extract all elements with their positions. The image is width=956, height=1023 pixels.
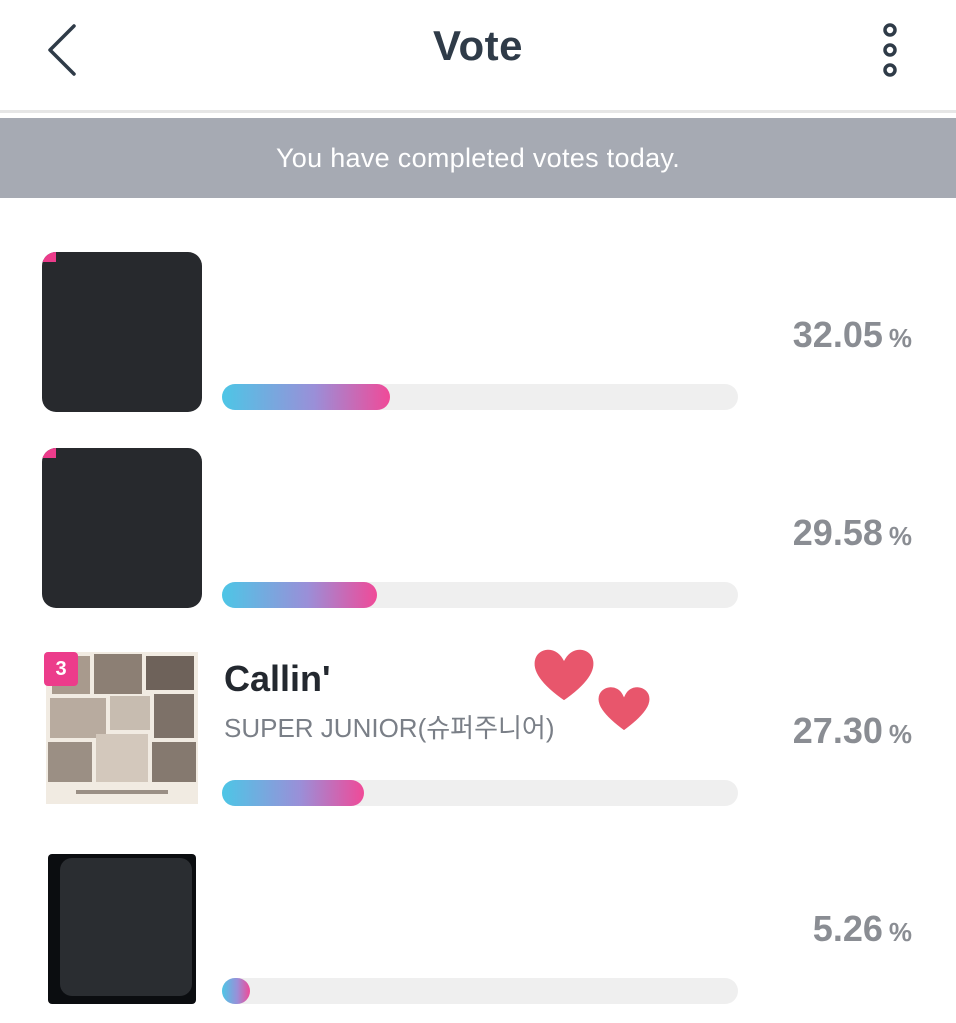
vote-percent-value: 27.30 bbox=[792, 710, 883, 751]
vote-percent: 27.30% bbox=[793, 710, 912, 752]
percent-unit: % bbox=[888, 917, 912, 947]
vote-progress-bar bbox=[222, 582, 738, 608]
album-thumbnail bbox=[42, 448, 202, 608]
percent-unit: % bbox=[888, 521, 912, 551]
rank-badge: 3 bbox=[44, 652, 78, 686]
vote-percent-value: 32.05 bbox=[792, 314, 883, 355]
vote-status-banner: You have completed votes today. bbox=[0, 118, 956, 198]
vote-percent: 5.26% bbox=[813, 908, 912, 950]
page-title: Vote bbox=[433, 22, 523, 69]
vote-progress-fill bbox=[222, 582, 377, 608]
song-title: Callin' bbox=[224, 658, 331, 699]
vote-item-2[interactable]: 29.58% bbox=[0, 444, 956, 614]
percent-unit: % bbox=[888, 323, 912, 353]
vote-progress-fill bbox=[222, 780, 364, 806]
vote-progress-bar bbox=[222, 780, 738, 806]
album-thumbnail bbox=[42, 252, 202, 412]
artist-name: SUPER JUNIOR(슈퍼주니어) bbox=[224, 713, 555, 743]
rank-badge bbox=[42, 448, 56, 458]
vote-item-3[interactable]: 3 Callin' SUPER JUNIOR(슈퍼주니어) 27.30% bbox=[0, 642, 956, 812]
vote-progress-fill bbox=[222, 978, 250, 1004]
percent-unit: % bbox=[888, 719, 912, 749]
more-vertical-icon bbox=[883, 23, 897, 77]
thumbnail-cover bbox=[60, 858, 192, 996]
vote-progress-bar bbox=[222, 384, 738, 410]
vote-progress-fill bbox=[222, 384, 390, 410]
album-thumbnail bbox=[48, 854, 196, 1004]
top-app-bar: Vote bbox=[0, 0, 956, 113]
vote-percent-value: 5.26 bbox=[812, 908, 883, 949]
vote-item-1[interactable]: 32.05% bbox=[0, 246, 956, 416]
vote-progress-bar bbox=[222, 978, 738, 1004]
vote-percent: 29.58% bbox=[793, 512, 912, 554]
rank-badge bbox=[42, 252, 56, 262]
vote-item-4[interactable]: 5.26% bbox=[0, 840, 956, 1010]
vote-percent-value: 29.58 bbox=[792, 512, 883, 553]
more-options-button[interactable] bbox=[870, 22, 910, 78]
vote-percent: 32.05% bbox=[793, 314, 912, 356]
